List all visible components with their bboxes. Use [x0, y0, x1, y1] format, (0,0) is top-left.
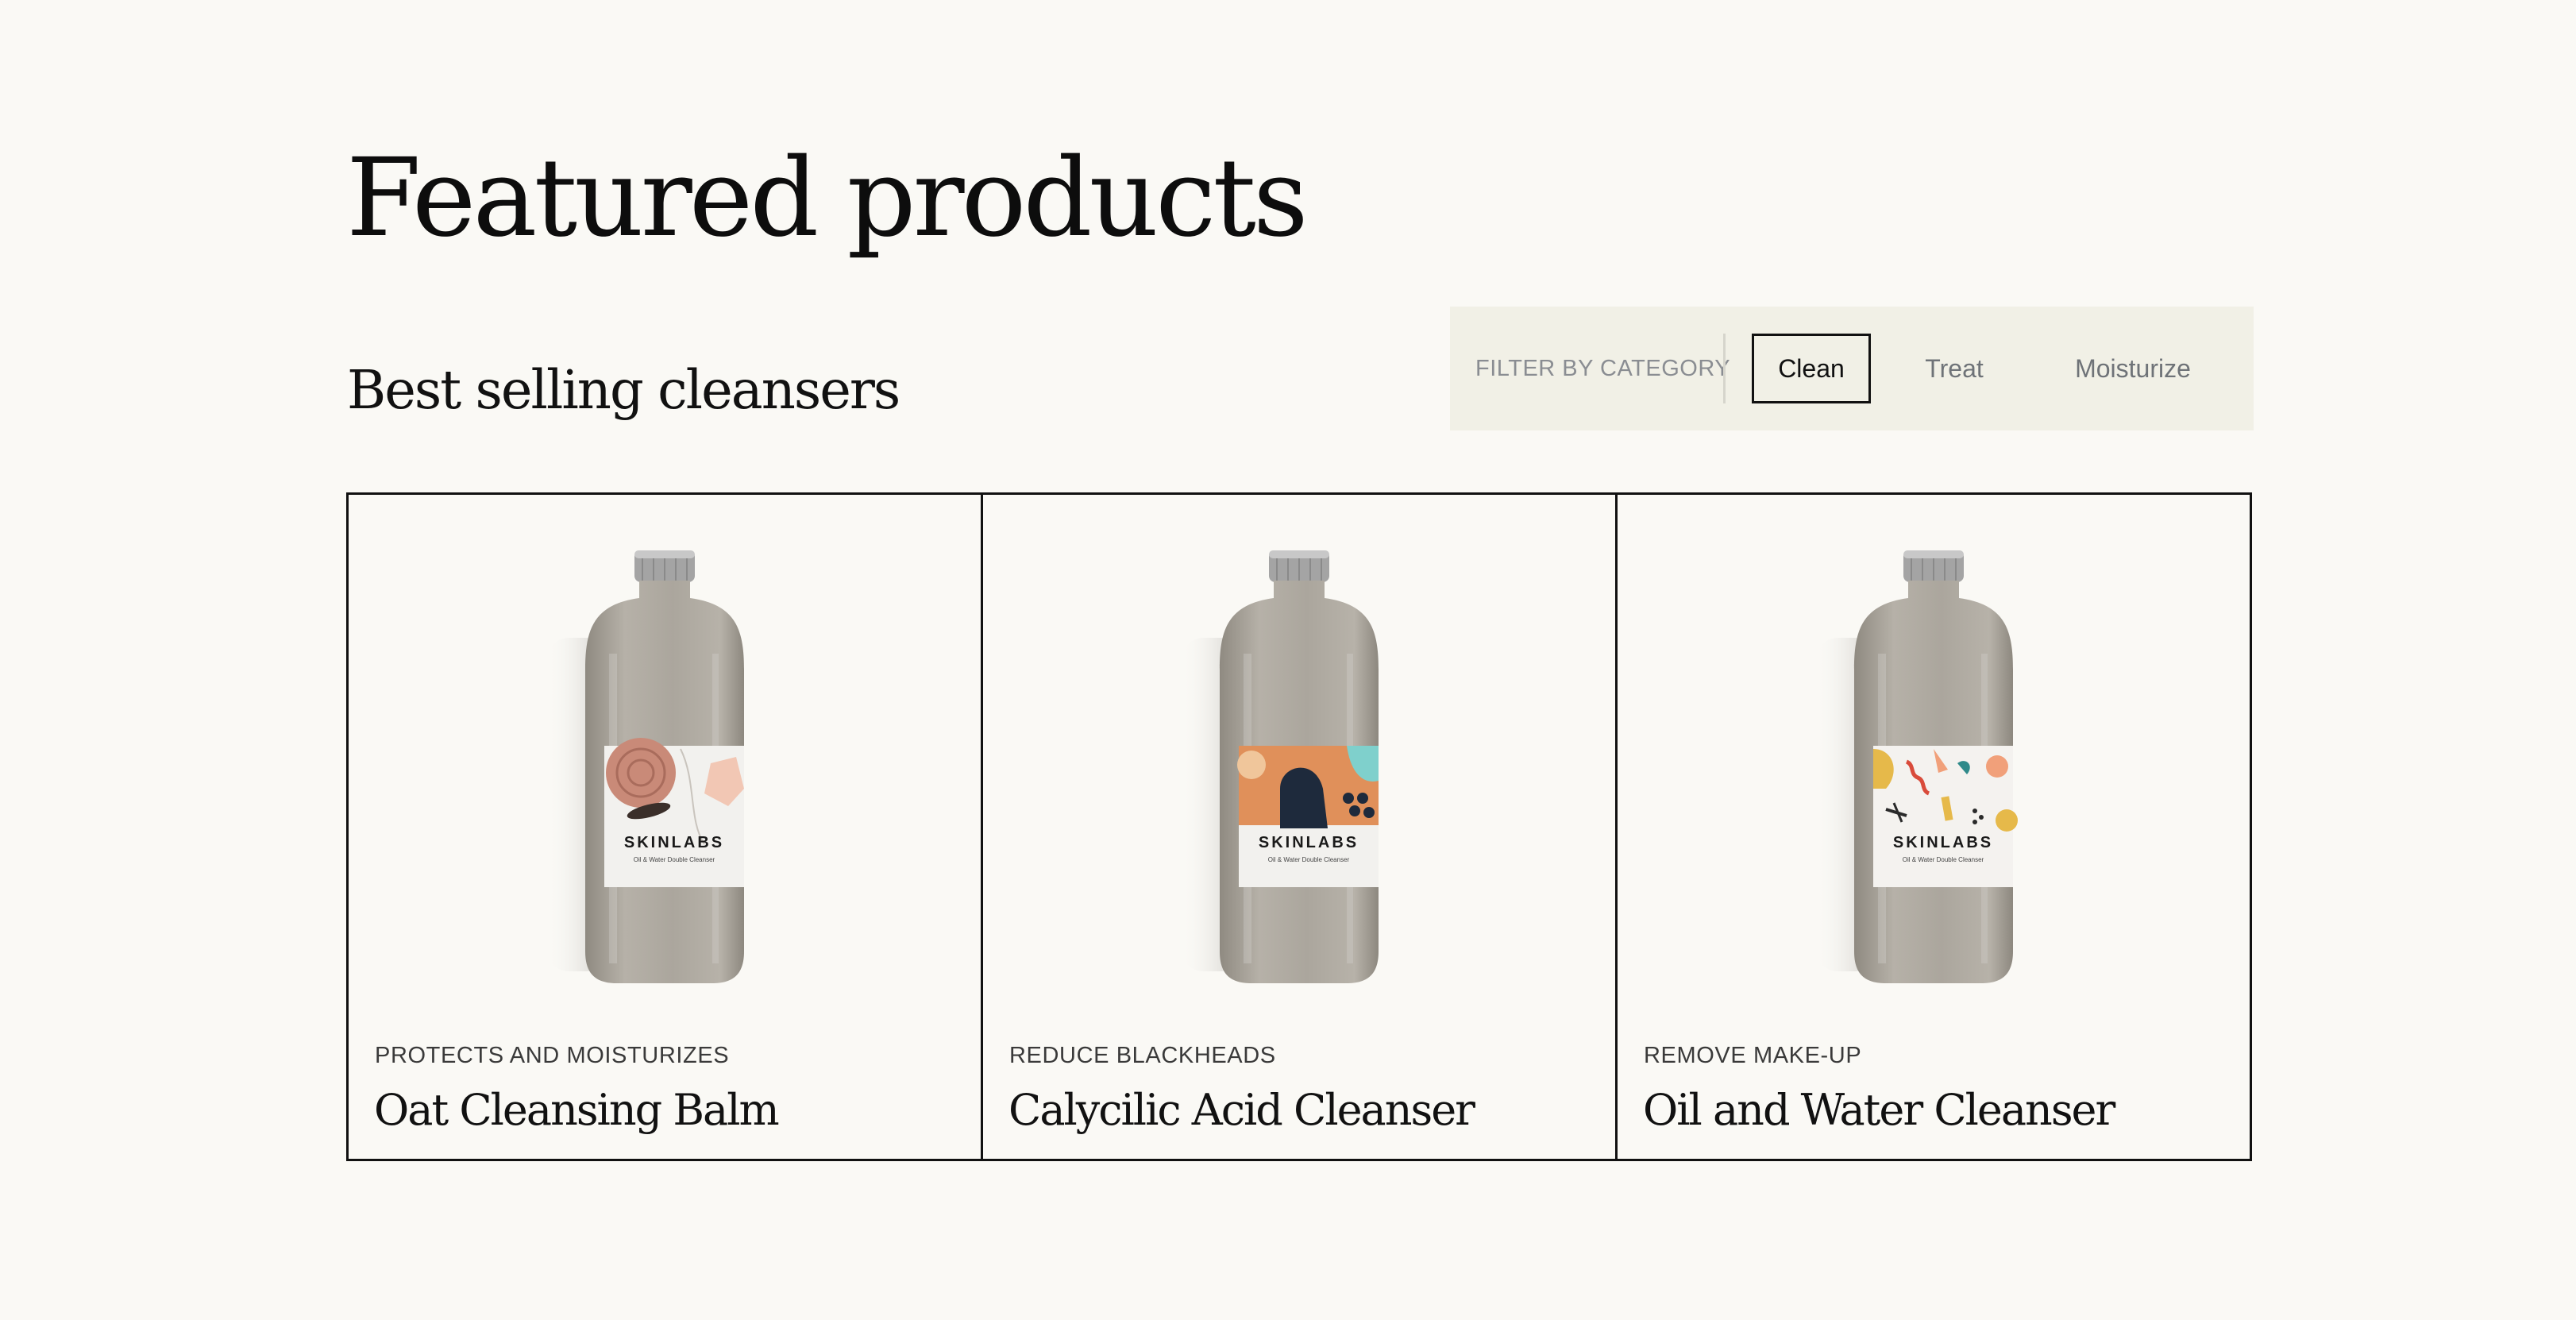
product-name[interactable]: Oat Cleansing Balm [374, 1083, 780, 1138]
product-grid: SKINLABS Oil & Water Double Cleanser PRO… [346, 492, 2252, 1161]
bottle-subtext: Oil & Water Double Cleanser [1903, 856, 1984, 863]
bottle-illustration: SKINLABS Oil & Water Double Cleanser [1814, 550, 2018, 983]
bottle-brand-text: SKINLABS [1259, 834, 1359, 851]
product-card-calycilic-acid-cleanser[interactable]: SKINLABS Oil & Water Double Cleanser RED… [981, 495, 1615, 1159]
category-filter-bar: FILTER BY CATEGORY Clean Treat Moisturiz… [1450, 307, 2254, 430]
product-tagline: PROTECTS AND MOISTURIZES [375, 1043, 730, 1068]
filter-divider [1723, 334, 1726, 403]
bottle-brand-text: SKINLABS [1893, 834, 1993, 851]
product-name[interactable]: Oil and Water Cleanser [1643, 1083, 2115, 1138]
section-subtitle: Best selling cleansers [347, 359, 900, 421]
bottle-illustration: SKINLABS Oil & Water Double Cleanser [546, 550, 744, 983]
product-tagline: REDUCE BLACKHEADS [1009, 1043, 1276, 1068]
bottle-illustration: SKINLABS Oil & Water Double Cleanser [1180, 550, 1379, 983]
product-card-oat-cleansing-balm[interactable]: SKINLABS Oil & Water Double Cleanser PRO… [349, 495, 981, 1159]
filter-label: FILTER BY CATEGORY [1475, 356, 1731, 381]
product-image[interactable]: SKINLABS Oil & Water Double Cleanser [349, 511, 981, 1027]
filter-chip-moisturize[interactable]: Moisturize [2038, 334, 2228, 403]
bottle-brand-text: SKINLABS [624, 834, 724, 851]
product-image[interactable]: SKINLABS Oil & Water Double Cleanser [1618, 511, 2250, 1027]
page-title: Featured products [346, 136, 1309, 261]
bottle-subtext: Oil & Water Double Cleanser [1268, 856, 1350, 863]
product-tagline: REMOVE MAKE-UP [1644, 1043, 1862, 1068]
filter-chip-clean[interactable]: Clean [1752, 334, 1871, 403]
product-name[interactable]: Calycilic Acid Cleanser [1008, 1083, 1475, 1138]
product-card-oil-and-water-cleanser[interactable]: SKINLABS Oil & Water Double Cleanser REM… [1615, 495, 2250, 1159]
filter-chip-treat[interactable]: Treat [1895, 334, 2014, 403]
product-image[interactable]: SKINLABS Oil & Water Double Cleanser [983, 511, 1615, 1027]
bottle-subtext: Oil & Water Double Cleanser [634, 856, 715, 863]
